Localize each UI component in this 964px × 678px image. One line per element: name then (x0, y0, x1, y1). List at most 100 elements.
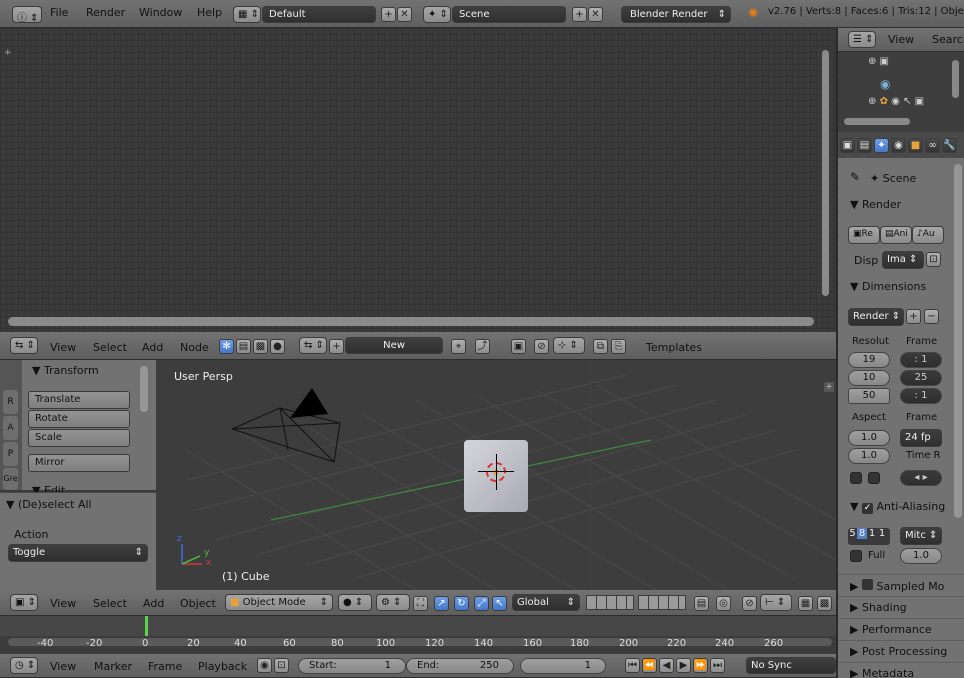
scene-field[interactable]: Scene (452, 6, 566, 23)
outliner-vscroll[interactable] (952, 60, 959, 98)
scale-manipulator-icon[interactable]: ⤢ (474, 596, 489, 611)
jump-end-icon[interactable]: ⏭ (710, 658, 725, 673)
mirror-button[interactable]: Mirror (28, 454, 130, 472)
performance-panel-row[interactable]: ▶ Performance (838, 618, 964, 640)
lock-interface-icon[interactable]: ⊡ (926, 252, 941, 267)
node-tree-browse-button[interactable]: ⇆ ⇕ (299, 337, 327, 354)
lock-layers-icon[interactable]: ▤ (694, 596, 709, 611)
shader-tree-icon[interactable]: ✻ (219, 339, 234, 354)
outliner-world-icon[interactable]: ◉ (880, 77, 890, 91)
node-menu-node[interactable]: Node (180, 341, 209, 354)
tool-shelf-scrollbar[interactable] (140, 366, 148, 412)
jump-next-key-icon[interactable]: ⏩ (693, 658, 708, 673)
node-templates-menu[interactable]: Templates (646, 341, 702, 354)
manipulator-toggle-icon[interactable]: ⛶ (413, 596, 428, 611)
resolution-percent-field[interactable]: 50 (848, 388, 890, 404)
node-editor-hscroll[interactable] (8, 317, 814, 326)
resolution-y-field[interactable]: 10 (848, 370, 890, 386)
editor-type-info-button[interactable]: ⓘ ⇕ (12, 6, 42, 23)
object-context-icon[interactable]: ■ (908, 138, 923, 153)
constraints-context-icon[interactable]: ∞ (925, 138, 940, 153)
compositing-tree-icon[interactable]: ▤ (236, 339, 251, 354)
action-select[interactable]: Toggle ⇕ (8, 544, 148, 562)
screen-layout-icon[interactable]: ▦ ⇕ (233, 6, 261, 23)
menu-window[interactable]: Window (139, 6, 182, 19)
aa-sample-5[interactable]: 5 (848, 528, 857, 539)
render-animation-button[interactable]: ▤Ani (880, 226, 912, 244)
node-menu-select[interactable]: Select (93, 341, 127, 354)
node-menu-view[interactable]: View (50, 341, 76, 354)
sampled-motion-row[interactable]: ▶ Sampled Mo (838, 574, 964, 596)
remove-scene-icon[interactable]: ✕ (588, 7, 603, 22)
shading-panel-row[interactable]: ▶ Shading (838, 596, 964, 618)
outliner-object-row-icons[interactable]: ⊕ ✿ ◉ ↖ ▣ (868, 96, 924, 107)
metadata-panel-row[interactable]: ▶ Metadata (838, 662, 964, 678)
render-still-button[interactable]: ▣Re (848, 226, 880, 244)
post-processing-panel-row[interactable]: ▶ Post Processing (838, 640, 964, 662)
frame-start-field[interactable]: : 1 (900, 352, 942, 368)
view3d-menu-object[interactable]: Object (180, 597, 216, 610)
snap-target-select[interactable]: ⊢ ⇕ (760, 594, 792, 611)
menu-file[interactable]: File (50, 6, 68, 19)
timeline-menu-marker[interactable]: Marker (94, 660, 132, 673)
scene-icon[interactable]: ✦ ⇕ (423, 6, 451, 23)
timeline-menu-playback[interactable]: Playback (198, 660, 247, 673)
timeline-area[interactable] (0, 616, 836, 654)
jump-prev-key-icon[interactable]: ⏪ (642, 658, 657, 673)
record-keyframe-icon[interactable]: ◉ (257, 658, 272, 673)
scene-context-icon[interactable]: ✦ (874, 138, 889, 153)
timeline-hscroll[interactable] (8, 638, 832, 646)
transform-panel-title[interactable]: ▼ Transform (32, 364, 99, 377)
snap-icon[interactable]: ⌖ (451, 339, 466, 354)
new-node-tree-button[interactable]: New (345, 337, 443, 354)
translate-manipulator-icon[interactable]: ↗ (434, 596, 449, 611)
outliner-menu-view[interactable]: View (888, 33, 914, 46)
tab-animation[interactable]: A (3, 416, 18, 440)
sync-mode-select[interactable]: No Sync (746, 657, 836, 674)
properties-scrollbar[interactable] (954, 164, 962, 518)
snap-magnet-icon[interactable]: ⊘ (742, 596, 757, 611)
frame-step-field[interactable]: : 1 (900, 388, 942, 404)
full-sample-checkbox[interactable] (850, 550, 862, 562)
aa-samples-row[interactable]: 5811 (848, 528, 890, 545)
node-editor-type-button[interactable]: ⇆ ⇕ (10, 337, 38, 354)
tab-relations[interactable]: R (3, 390, 18, 414)
backdrop-icon[interactable]: ▣ (511, 339, 526, 354)
render-layers-context-icon[interactable]: ▤ (857, 138, 872, 153)
view3d-menu-select[interactable]: Select (93, 597, 127, 610)
aa-filter-select[interactable]: Mitc ⇕ (900, 527, 942, 545)
start-frame-field[interactable]: Start: 1 (298, 658, 406, 674)
world-context-icon[interactable]: ◉ (891, 138, 906, 153)
node-editor-canvas[interactable] (0, 28, 836, 332)
playhead[interactable] (145, 616, 148, 636)
resolution-x-field[interactable]: 19 (848, 352, 890, 368)
rotate-button[interactable]: Rotate (28, 410, 130, 428)
mode-select[interactable]: ■ Object Mode ⇕ (225, 594, 333, 611)
copy-nodes-icon[interactable]: ⧉ (593, 339, 608, 354)
render-presets-select[interactable]: Render ⇕ (848, 308, 904, 326)
node-editor-vscroll[interactable] (822, 50, 829, 296)
play-reverse-icon[interactable]: ◀ (659, 658, 674, 673)
render-context-icon[interactable]: ▣ (840, 138, 855, 153)
render-engine-select[interactable]: Blender Render ⇕ (621, 6, 731, 23)
view3d-menu-add[interactable]: Add (143, 597, 164, 610)
menu-render[interactable]: Render (86, 6, 125, 19)
time-remap-field[interactable]: ◂ ▸ (900, 470, 942, 486)
end-frame-field[interactable]: End: 250 (406, 658, 514, 674)
paste-nodes-icon[interactable]: ⎘ (611, 339, 626, 354)
tab-grease-pencil[interactable]: Gre (3, 468, 18, 490)
view3d-menu-view[interactable]: View (50, 597, 76, 610)
play-icon[interactable]: ▶ (676, 658, 691, 673)
timeline-menu-frame[interactable]: Frame (148, 660, 182, 673)
current-frame-field[interactable]: 1 (520, 658, 606, 674)
outliner-menu-search[interactable]: Search (932, 33, 964, 46)
screen-layout-field[interactable]: Default (262, 6, 376, 23)
remove-screen-icon[interactable]: ✕ (397, 7, 412, 22)
node-menu-add[interactable]: Add (142, 341, 163, 354)
remove-preset-icon[interactable]: − (924, 309, 939, 324)
menu-help[interactable]: Help (197, 6, 222, 19)
outliner-editor-type-button[interactable]: ☰ ⇕ (848, 31, 876, 48)
add-screen-icon[interactable]: + (381, 7, 396, 22)
border-checkbox[interactable] (850, 472, 862, 484)
opengl-render-icon[interactable]: ▦ (798, 596, 813, 611)
